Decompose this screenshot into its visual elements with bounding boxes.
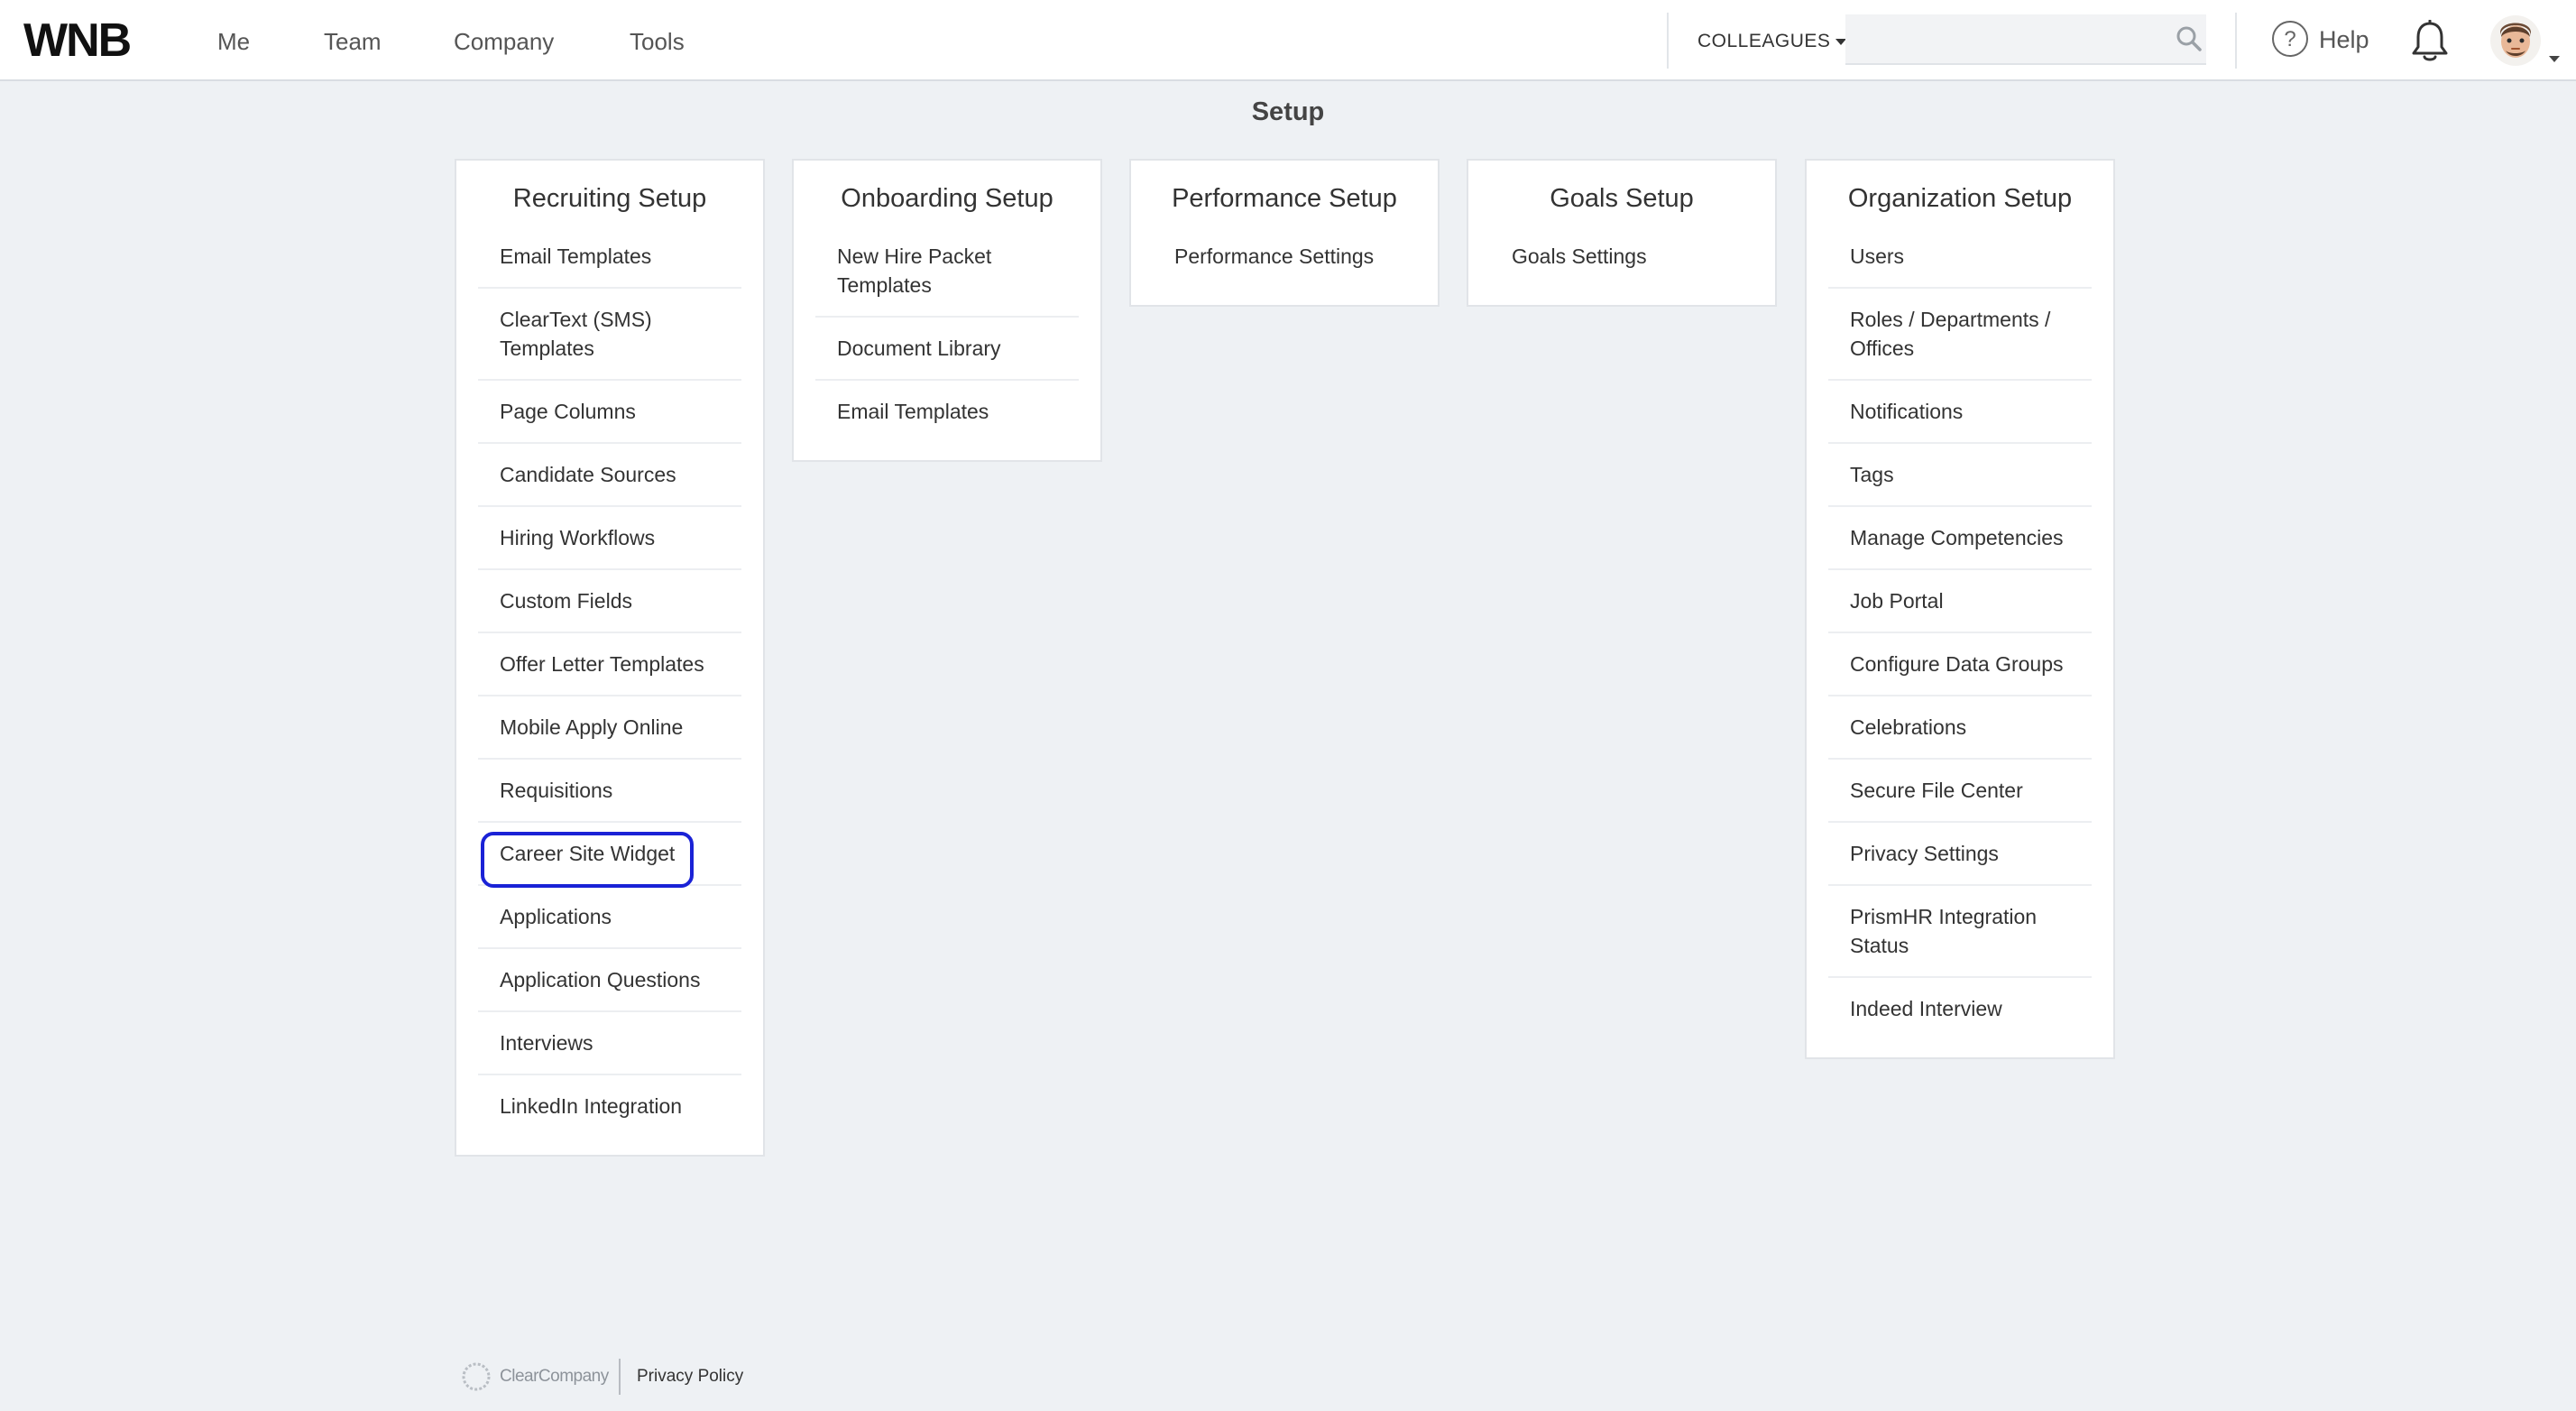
setup-link-career-site-widget[interactable]: Career Site Widget bbox=[478, 823, 741, 888]
nav-company[interactable]: Company bbox=[454, 25, 554, 58]
setup-link-applications[interactable]: Applications bbox=[478, 886, 741, 949]
setup-link-roles-departments-offices[interactable]: Roles / Departments / Offices bbox=[1828, 289, 2092, 381]
setup-link-hiring-workflows[interactable]: Hiring Workflows bbox=[478, 507, 741, 570]
setup-link-custom-fields[interactable]: Custom Fields bbox=[478, 570, 741, 633]
setup-link-configure-data-groups[interactable]: Configure Data Groups bbox=[1828, 633, 2092, 696]
setup-link-offer-letter-templates[interactable]: Offer Letter Templates bbox=[478, 633, 741, 696]
setup-link-indeed-interview[interactable]: Indeed Interview bbox=[1828, 978, 2092, 1039]
chevron-down-icon[interactable] bbox=[2549, 56, 2560, 62]
setup-link-users[interactable]: Users bbox=[1828, 226, 2092, 289]
setup-link-performance-settings[interactable]: Performance Settings bbox=[1153, 226, 1416, 287]
setup-link-page-columns[interactable]: Page Columns bbox=[478, 381, 741, 444]
nav-team[interactable]: Team bbox=[324, 25, 382, 58]
setup-link-privacy-settings[interactable]: Privacy Settings bbox=[1828, 823, 2092, 886]
setup-link-secure-file-center[interactable]: Secure File Center bbox=[1828, 760, 2092, 823]
card-title: Performance Setup bbox=[1172, 184, 1397, 213]
setup-link-notifications[interactable]: Notifications bbox=[1828, 381, 2092, 444]
search-input[interactable] bbox=[1845, 14, 2206, 65]
onboarding-setup-card: Onboarding Setup New Hire Packet Templat… bbox=[792, 159, 1102, 462]
user-avatar[interactable] bbox=[2489, 14, 2542, 67]
setup-link-cleartext-templates[interactable]: ClearText (SMS) Templates bbox=[478, 289, 741, 381]
footer-brand: ClearCompany bbox=[500, 1367, 609, 1386]
search-scope-dropdown[interactable]: COLLEAGUES bbox=[1697, 27, 1847, 56]
setup-link-interviews[interactable]: Interviews bbox=[478, 1012, 741, 1075]
setup-link-manage-competencies[interactable]: Manage Competencies bbox=[1828, 507, 2092, 570]
setup-link-candidate-sources[interactable]: Candidate Sources bbox=[478, 444, 741, 507]
nav-divider bbox=[1667, 13, 1669, 69]
setup-link-linkedin-integration[interactable]: LinkedIn Integration bbox=[478, 1075, 741, 1137]
setup-link-application-questions[interactable]: Application Questions bbox=[478, 949, 741, 1012]
goals-setup-card: Goals Setup Goals Settings bbox=[1467, 159, 1777, 307]
card-title: Recruiting Setup bbox=[512, 184, 707, 213]
clearcompany-logo-icon bbox=[462, 1362, 491, 1391]
setup-link-prismhr-integration-status[interactable]: PrismHR Integration Status bbox=[1828, 886, 2092, 978]
help-label: Help bbox=[2319, 26, 2369, 53]
notification-bell-icon[interactable] bbox=[2410, 20, 2450, 63]
question-circle-icon: ? bbox=[2272, 21, 2308, 57]
page-title: Setup bbox=[1251, 97, 1325, 126]
card-title: Onboarding Setup bbox=[841, 184, 1053, 213]
top-navigation-bar: WNB Me Team Company Tools COLLEAGUES ? H… bbox=[0, 0, 2576, 81]
setup-link-requisitions[interactable]: Requisitions bbox=[478, 760, 741, 823]
nav-tools[interactable]: Tools bbox=[630, 25, 685, 58]
setup-link-new-hire-packet-templates[interactable]: New Hire Packet Templates bbox=[815, 226, 1079, 318]
card-title: Organization Setup bbox=[1847, 184, 2073, 213]
recruiting-setup-card: Recruiting Setup Email Templates ClearTe… bbox=[455, 159, 765, 1157]
card-title: Goals Setup bbox=[1550, 184, 1694, 213]
company-logo[interactable]: WNB bbox=[23, 16, 132, 65]
setup-link-celebrations[interactable]: Celebrations bbox=[1828, 696, 2092, 760]
nav-divider bbox=[2235, 13, 2237, 69]
setup-link-document-library[interactable]: Document Library bbox=[815, 318, 1079, 381]
organization-setup-card: Organization Setup Users Roles / Departm… bbox=[1805, 159, 2115, 1059]
search-icon[interactable] bbox=[2176, 25, 2203, 52]
setup-link-onboarding-email-templates[interactable]: Email Templates bbox=[815, 381, 1079, 442]
privacy-policy-link[interactable]: Privacy Policy bbox=[637, 1366, 743, 1388]
nav-me[interactable]: Me bbox=[217, 25, 250, 58]
setup-link-email-templates[interactable]: Email Templates bbox=[478, 226, 741, 289]
svg-text:?: ? bbox=[2284, 27, 2295, 51]
search-scope-label: COLLEAGUES bbox=[1697, 31, 1831, 51]
setup-link-mobile-apply-online[interactable]: Mobile Apply Online bbox=[478, 696, 741, 760]
performance-setup-card: Performance Setup Performance Settings bbox=[1129, 159, 1440, 307]
setup-link-tags[interactable]: Tags bbox=[1828, 444, 2092, 507]
footer-divider bbox=[619, 1359, 621, 1395]
setup-link-goals-settings[interactable]: Goals Settings bbox=[1490, 226, 1753, 287]
setup-link-job-portal[interactable]: Job Portal bbox=[1828, 570, 2092, 633]
